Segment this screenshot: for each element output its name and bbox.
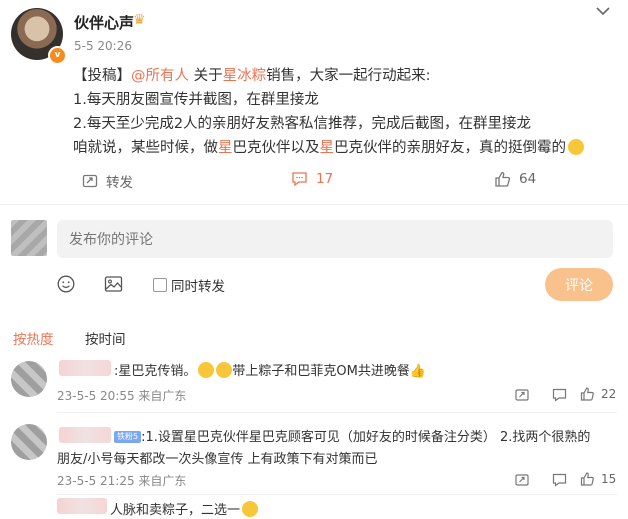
comment-like-button[interactable]: 15 — [580, 472, 616, 486]
comment-like-count: 22 — [601, 387, 617, 401]
thumbs-up-icon — [495, 171, 511, 187]
comment-text: 人脉和卖粽子，二选一 — [110, 499, 259, 518]
repost-button[interactable]: 转发 — [82, 171, 133, 191]
post-line-4: 咱就说，某些时候，做星巴克伙伴以及星巴克伙伴的亲朋好友，真的挺倒霉的 — [73, 136, 618, 160]
comment-text-line-2: 朋友/小号每天都改一次头像宣传 上有政策下有对策而已 — [57, 452, 378, 467]
thumbs-up-icon — [580, 472, 594, 486]
thumbs-up-icon — [580, 387, 594, 401]
repost-label: 转发 — [106, 175, 133, 191]
comment-text: :星巴克传销。 带上粽子和巴菲克OM共进晚餐👍 — [114, 362, 427, 379]
fan-badge: 铁粉5 — [114, 431, 142, 443]
post-line-2: 1.每天朋友圈宣传并截图，在群里接龙 — [73, 92, 319, 108]
verified-badge-icon: v — [48, 46, 67, 65]
section-divider — [0, 204, 628, 205]
like-button[interactable]: 64 — [494, 171, 536, 187]
comment-count: 17 — [316, 171, 334, 187]
grin-emoji-icon — [198, 362, 215, 378]
topic-highlight[interactable]: 星冰粽 — [223, 68, 267, 84]
comment-like-count: 15 — [601, 472, 617, 486]
comment-repost-icon[interactable] — [515, 388, 529, 405]
current-user-avatar — [11, 220, 47, 256]
commenter-name-blurred[interactable] — [59, 360, 111, 376]
repost-icon — [82, 174, 98, 188]
mention-link[interactable]: @所有人 — [131, 68, 189, 84]
emoji-picker-icon[interactable] — [57, 275, 75, 297]
comment-input[interactable] — [57, 220, 613, 258]
crown-icon: ♛ — [133, 12, 146, 28]
submit-comment-button[interactable]: 评论 — [545, 268, 613, 301]
tab-sort-by-time[interactable]: 按时间 — [85, 328, 126, 348]
comment-meta: 23-5-5 20:55 来自广东 — [57, 389, 187, 403]
repost-checkbox[interactable] — [153, 278, 167, 292]
post-line-3: 2.每天至少完成2人的亲朋好友熟客私信推荐，完成后截图，在群里接龙 — [73, 116, 532, 132]
comment-reply-icon[interactable] — [552, 388, 567, 405]
repost-checkbox-label[interactable]: 同时转发 — [171, 275, 225, 295]
cat-emoji-icon — [242, 501, 259, 517]
comment-reply-icon[interactable] — [552, 473, 567, 490]
emoji-icon — [568, 139, 584, 155]
commenter-avatar[interactable] — [11, 424, 47, 460]
post-line-1: 【投稿】@所有人 关于星冰粽销售，大家一起行动起来: — [73, 68, 431, 84]
image-upload-icon[interactable] — [104, 275, 123, 297]
author-name[interactable]: 伙伴心声 — [74, 12, 134, 33]
comment-text: 铁粉5:1.设置星巴克伙伴星巴克顾客可见（加好友的时候备注分类） 2.找两个很熟… — [114, 426, 590, 445]
comment-divider — [57, 412, 617, 413]
tab-sort-by-hot[interactable]: 按热度 — [13, 328, 54, 348]
grin-emoji-icon — [216, 362, 233, 378]
comment-like-button[interactable]: 22 — [580, 387, 616, 401]
more-options-chevron-icon[interactable] — [596, 5, 610, 20]
post-body: 【投稿】@所有人 关于星冰粽销售，大家一起行动起来: 1.每天朋友圈宣传并截图，… — [73, 64, 618, 160]
commenter-avatar[interactable] — [11, 361, 47, 397]
thumbs-up-emoji-icon: 👍 — [409, 364, 427, 379]
commenter-name-blurred[interactable] — [57, 498, 107, 514]
post-time[interactable]: 5-5 20:26 — [74, 39, 132, 53]
comment-repost-icon[interactable] — [515, 473, 529, 490]
comment-icon — [292, 172, 307, 187]
comment-meta: 23-5-5 21:25 来自广东 — [57, 474, 187, 488]
comment-button[interactable]: 17 — [291, 171, 333, 187]
like-count: 64 — [519, 171, 537, 187]
comment-divider — [57, 494, 617, 495]
commenter-name-blurred[interactable] — [59, 427, 111, 443]
